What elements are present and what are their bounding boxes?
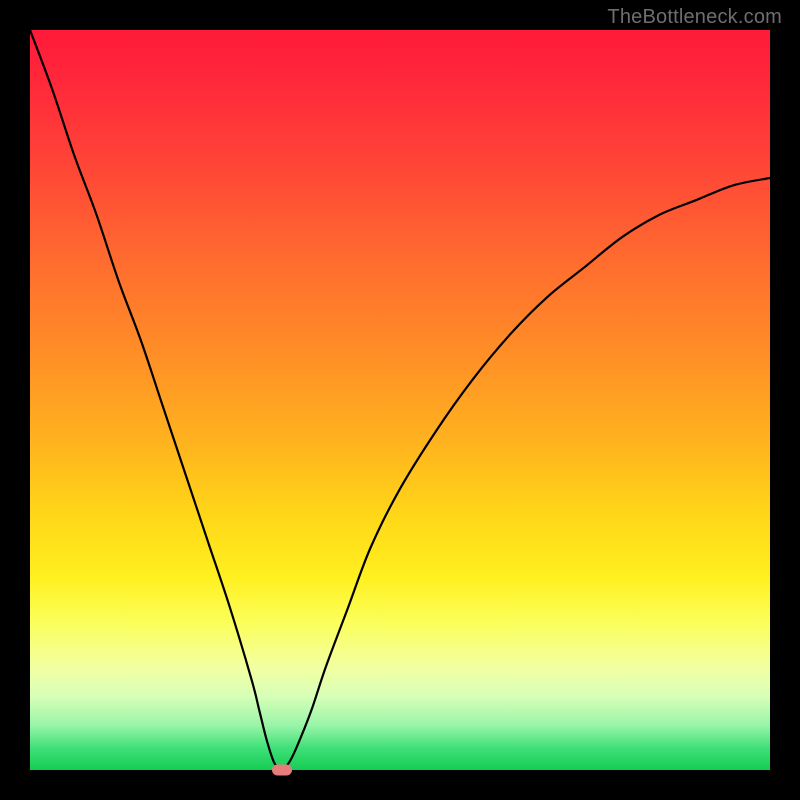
bottleneck-curve	[30, 30, 770, 770]
watermark-text: TheBottleneck.com	[607, 6, 782, 29]
chart-container: TheBottleneck.com	[0, 0, 800, 800]
plot-area	[30, 30, 770, 770]
optimal-point-marker	[272, 765, 292, 776]
